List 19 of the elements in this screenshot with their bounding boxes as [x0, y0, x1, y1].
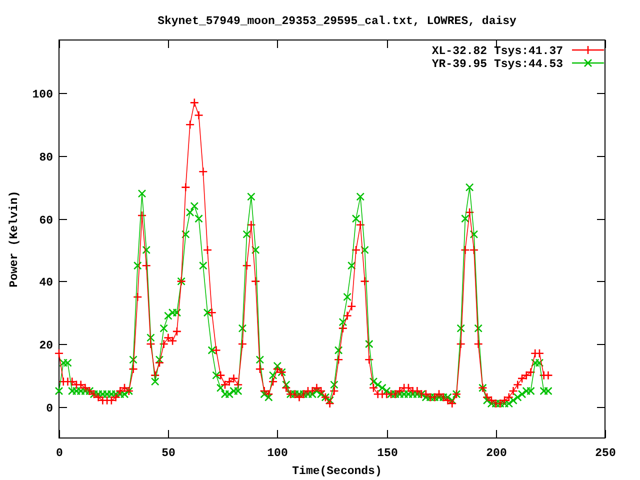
tick-label: 0 [46, 402, 53, 416]
axis-label: Power (Kelvin) [8, 190, 21, 288]
tick-label: 50 [162, 447, 176, 460]
tick-label: 100 [32, 88, 53, 102]
tick-label: 40 [39, 276, 53, 290]
tick-label: 150 [377, 447, 398, 460]
axis-label: Time(Seconds) [292, 465, 382, 478]
legend-label: XL-32.82 Tsys:41.37 [432, 45, 563, 58]
tick-label: 80 [39, 152, 53, 164]
tick-label: 60 [39, 214, 53, 228]
tick-label: 250 [595, 447, 616, 460]
chart-title: Skynet_57949_moon_29353_29595_cal.txt, LOWRES, daisy [158, 15, 516, 28]
legend-label: YR-39.95 Tsys:44.53 [432, 58, 563, 71]
tick-label: 100 [267, 447, 288, 460]
legend-sample [571, 45, 605, 55]
legend-sample [571, 58, 605, 68]
tick-label: 0 [56, 447, 63, 460]
tick-label: 20 [39, 340, 53, 352]
tick-label: 200 [486, 447, 507, 460]
